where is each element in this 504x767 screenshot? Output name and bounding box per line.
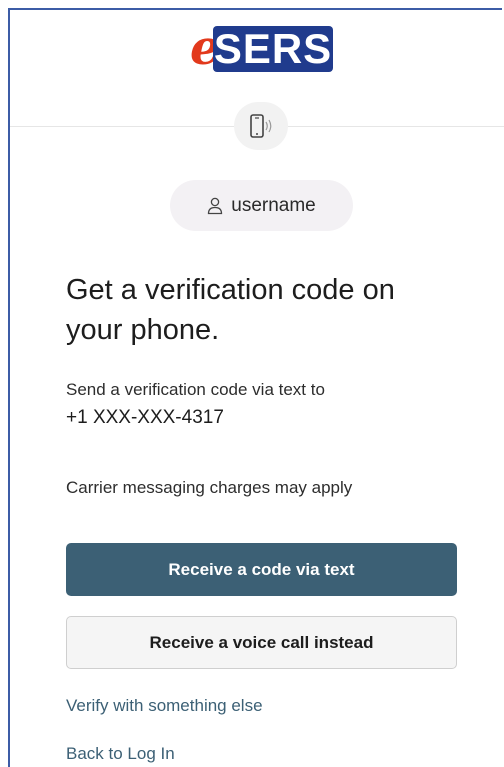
receive-voice-call-button[interactable]: Receive a voice call instead <box>66 616 457 669</box>
verify-other-method-link[interactable]: Verify with something else <box>66 696 263 716</box>
send-code-text: Send a verification code via text to <box>66 380 325 399</box>
receive-code-text-button[interactable]: Receive a code via text <box>66 543 457 596</box>
user-icon <box>208 197 223 214</box>
logo-box: SERS <box>213 26 333 72</box>
phone-number: +1 XXX-XXX-4317 <box>66 407 224 428</box>
logo-text: SERS <box>213 25 333 72</box>
username-text: username <box>231 194 316 216</box>
back-to-login-link[interactable]: Back to Log In <box>66 744 175 764</box>
carrier-charges-note: Carrier messaging charges may apply <box>66 478 353 497</box>
page-title: Get a verification code on your phone. <box>66 274 395 346</box>
phone-badge <box>234 102 288 150</box>
username-pill: username <box>170 180 353 231</box>
smartphone-vibrate-icon <box>250 114 272 138</box>
esers-logo: e SERS <box>190 24 333 72</box>
